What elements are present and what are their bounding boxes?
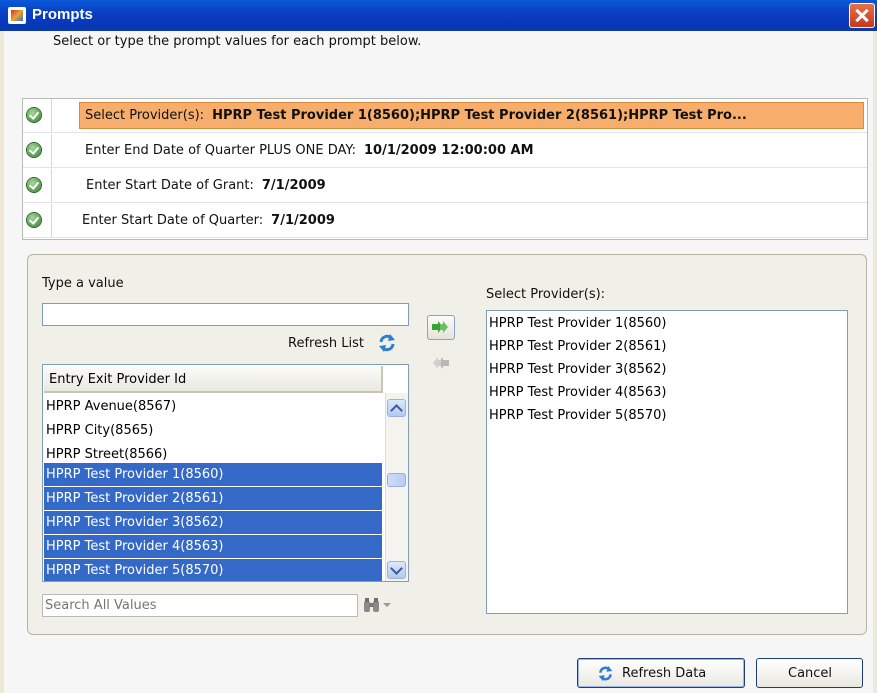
divider: [51, 99, 52, 132]
prompt-row-end-date[interactable]: Enter End Date of Quarter PLUS ONE DAY: 1…: [23, 134, 867, 168]
type-value-input[interactable]: [42, 303, 409, 326]
check-icon: [27, 213, 41, 227]
check-icon: [27, 143, 41, 157]
close-icon[interactable]: [849, 3, 875, 28]
list-item[interactable]: HPRP Avenue(8567): [44, 395, 382, 419]
list-item[interactable]: HPRP Test Provider 2(8561): [44, 487, 382, 511]
list-column-header[interactable]: Entry Exit Provider Id: [44, 366, 383, 393]
cancel-label: Cancel: [788, 666, 833, 681]
selected-list-item[interactable]: HPRP Test Provider 1(8560): [489, 316, 667, 331]
prompt-label-text: Select Provider(s):: [85, 108, 205, 123]
prompt-label: Enter End Date of Quarter PLUS ONE DAY: 1…: [85, 143, 534, 158]
list-item[interactable]: HPRP Test Provider 4(8563): [44, 535, 382, 559]
prompt-label-text: Enter End Date of Quarter PLUS ONE DAY:: [85, 143, 356, 158]
add-arrow-icon: [432, 321, 448, 333]
instructions-text: Select or type the prompt values for eac…: [53, 34, 422, 49]
scroll-thumb[interactable]: [387, 473, 406, 487]
refresh-list-link[interactable]: Refresh List: [288, 336, 364, 351]
divider: [51, 204, 52, 237]
prompt-label: Enter Start Date of Quarter: 7/1/2009: [82, 213, 335, 228]
list-scrollbar[interactable]: [385, 393, 408, 581]
prompt-label-text: Enter Start Date of Grant:: [86, 178, 254, 193]
prompt-value: 7/1/2009: [261, 178, 326, 193]
search-options-caret-icon[interactable]: [383, 603, 391, 607]
check-icon: [27, 108, 41, 122]
prompt-value: 10/1/2009 12:00:00 AM: [363, 143, 534, 158]
refresh-icon[interactable]: [377, 333, 397, 353]
selected-list-item[interactable]: HPRP Test Provider 2(8561): [489, 339, 667, 354]
selected-values-list[interactable]: HPRP Test Provider 1(8560) HPRP Test Pro…: [486, 310, 848, 614]
search-all-values-input[interactable]: [42, 594, 358, 617]
binoculars-icon[interactable]: [363, 597, 380, 613]
divider: [51, 134, 52, 167]
refresh-data-button[interactable]: Refresh Data: [577, 658, 745, 688]
list-item[interactable]: HPRP Test Provider 3(8562): [44, 511, 382, 535]
remove-selected-button[interactable]: [427, 352, 455, 377]
title-bar[interactable]: Prompts: [0, 0, 877, 31]
prompt-list: Select Provider(s): HPRP Test Provider 1(…: [22, 98, 868, 240]
remove-arrow-icon: [433, 357, 449, 369]
scroll-up-icon[interactable]: [387, 399, 406, 417]
list-item[interactable]: HPRP Test Provider 1(8560): [44, 463, 382, 487]
selected-list-item[interactable]: HPRP Test Provider 3(8562): [489, 362, 667, 377]
list-item[interactable]: HPRP Test Provider 5(8570): [44, 559, 382, 581]
selected-values-label: Select Provider(s):: [486, 287, 606, 302]
prompt-label-text: Enter Start Date of Quarter:: [82, 213, 264, 228]
divider: [51, 169, 52, 202]
add-selected-button[interactable]: [427, 315, 455, 340]
prompt-row-grant-start[interactable]: Enter Start Date of Grant: 7/1/2009: [23, 169, 867, 203]
java-app-icon: [8, 7, 26, 24]
prompt-value: 7/1/2009: [271, 213, 335, 228]
prompt-label: Enter Start Date of Grant: 7/1/2009: [86, 178, 326, 193]
prompt-value: HPRP Test Provider 1(8560);HPRP Test Pro…: [212, 108, 747, 123]
prompt-label: Select Provider(s): HPRP Test Provider 1(…: [85, 108, 747, 123]
cancel-button[interactable]: Cancel: [756, 658, 863, 688]
prompt-row-providers[interactable]: Select Provider(s): HPRP Test Provider 1(…: [23, 99, 867, 133]
list-item[interactable]: HPRP City(8565): [44, 419, 382, 443]
selected-list-item[interactable]: HPRP Test Provider 4(8563): [489, 385, 667, 400]
prompt-row-quarter-start[interactable]: Enter Start Date of Quarter: 7/1/2009: [23, 204, 867, 238]
scroll-down-icon[interactable]: [387, 561, 406, 579]
window-title: Prompts: [32, 6, 93, 23]
column-header-label: Entry Exit Provider Id: [49, 372, 187, 387]
selected-list-item[interactable]: HPRP Test Provider 5(8570): [489, 408, 667, 423]
refresh-icon: [598, 665, 613, 682]
check-icon: [27, 178, 41, 192]
type-value-label: Type a value: [42, 276, 124, 291]
available-values-list[interactable]: Entry Exit Provider Id HPRP Avenue(8567)…: [42, 364, 409, 582]
refresh-data-label: Refresh Data: [622, 666, 707, 681]
prompts-dialog: Prompts Select or type the prompt values…: [0, 0, 877, 693]
